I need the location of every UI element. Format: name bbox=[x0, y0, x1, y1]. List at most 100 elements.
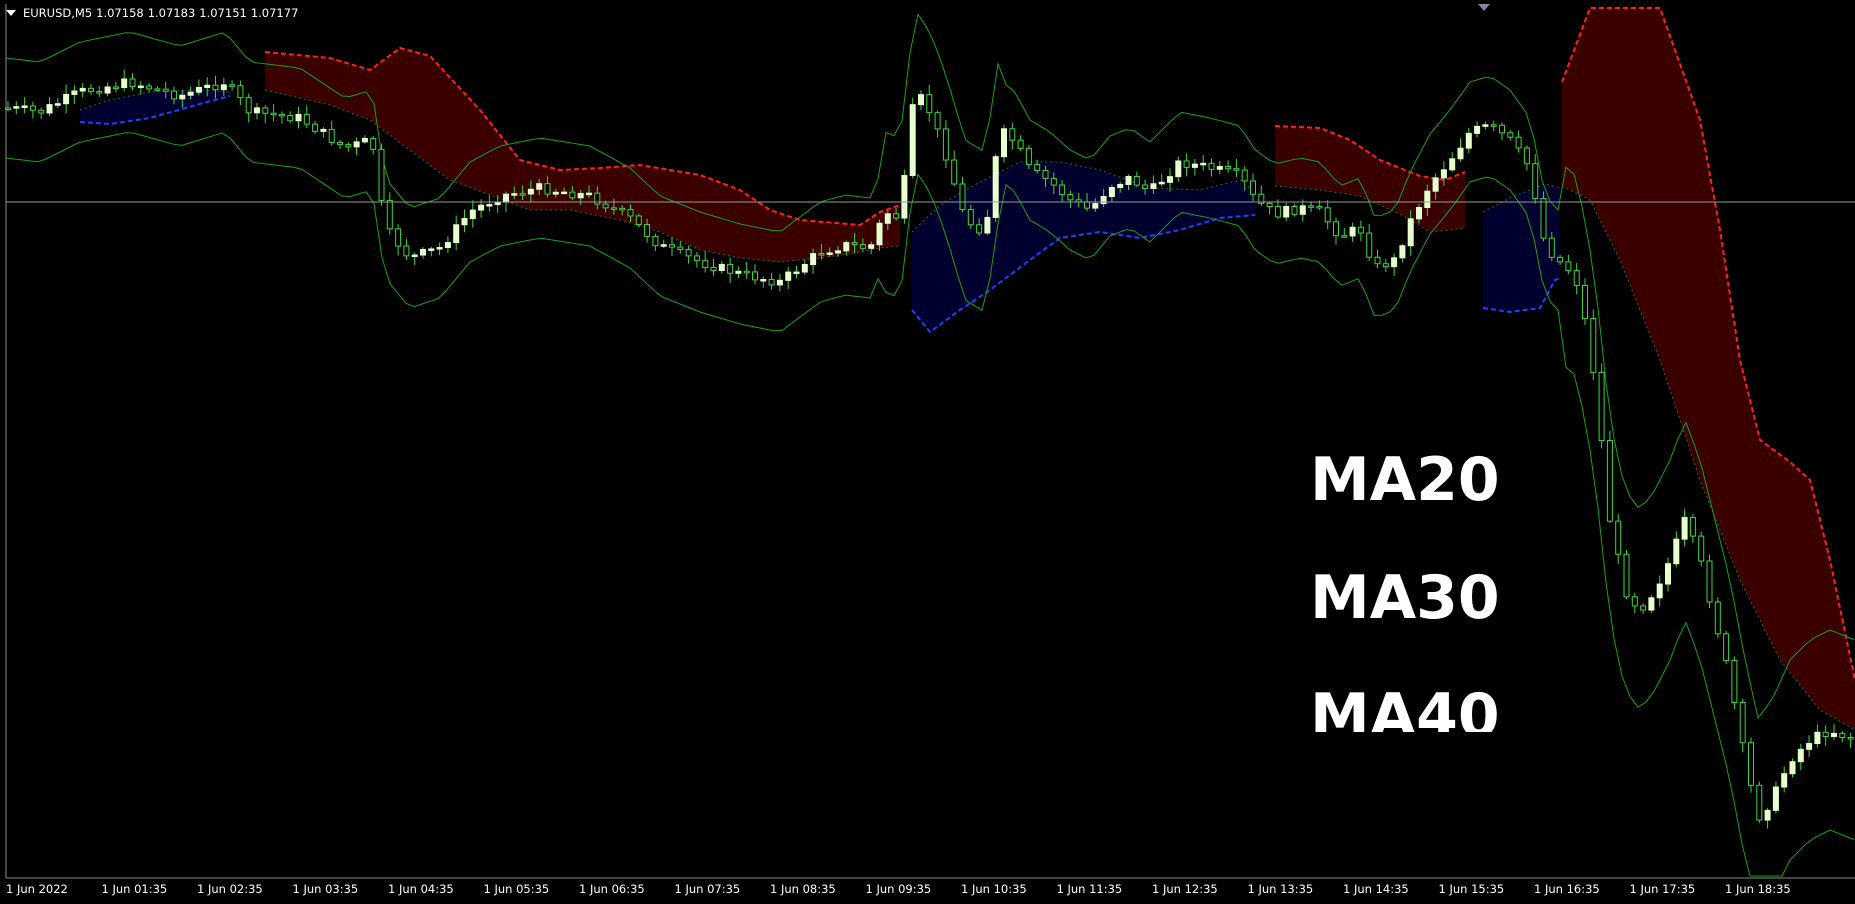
candle-body bbox=[1598, 371, 1605, 442]
candle-body bbox=[801, 264, 808, 273]
candle-body bbox=[718, 263, 725, 272]
candle-body bbox=[1540, 197, 1547, 239]
ma40-label: MA40 bbox=[1310, 681, 1500, 732]
candle-body bbox=[436, 247, 443, 250]
candle-body bbox=[486, 204, 493, 207]
time-tick-label: 1 Jun 12:35 bbox=[1152, 882, 1218, 896]
candle-body bbox=[1324, 207, 1331, 223]
candle-body bbox=[1764, 809, 1771, 821]
candle-body bbox=[1333, 221, 1339, 237]
time-tick-label: 1 Jun 13:35 bbox=[1247, 882, 1314, 896]
candle-body bbox=[669, 244, 675, 248]
candle-body bbox=[370, 137, 377, 150]
time-tick-label: 1 Jun 11:35 bbox=[1056, 882, 1123, 896]
time-tick-label: 1 Jun 15:35 bbox=[1438, 882, 1505, 896]
candle-body bbox=[793, 271, 800, 275]
candle-body bbox=[1839, 732, 1846, 738]
candle-body bbox=[561, 191, 568, 195]
candle-body bbox=[735, 270, 742, 274]
candle-body bbox=[21, 105, 28, 108]
candle-body bbox=[187, 91, 194, 96]
candle-body bbox=[104, 86, 111, 94]
candle-body bbox=[1706, 560, 1713, 603]
candle-body bbox=[511, 193, 518, 196]
ma20-label: MA20 bbox=[1310, 445, 1500, 515]
candle-body bbox=[909, 104, 916, 176]
candle-body bbox=[1665, 563, 1671, 585]
candle-body bbox=[88, 87, 94, 93]
candle-body bbox=[1399, 245, 1406, 259]
high-price: 1.07183 bbox=[147, 6, 196, 20]
triangle-down-icon[interactable] bbox=[6, 10, 16, 16]
time-axis[interactable]: 1 Jun 2022 1 Jun 01:35 1 Jun 02:35 1 Jun 03… bbox=[0, 878, 1855, 904]
candle-body bbox=[1108, 187, 1115, 197]
candle-body bbox=[635, 215, 642, 226]
candle-body bbox=[1781, 773, 1788, 788]
candle-body bbox=[245, 97, 252, 114]
candle-body bbox=[1573, 270, 1580, 287]
candle-body bbox=[1200, 162, 1207, 166]
candle-body bbox=[278, 113, 285, 117]
chart-window[interactable]: EURUSD,M5 1.07158 1.07183 1.07151 1.0717… bbox=[0, 0, 1855, 904]
candle-body bbox=[420, 248, 426, 256]
price-chart[interactable] bbox=[0, 0, 1855, 904]
time-tick-label: 1 Jun 08:35 bbox=[770, 882, 836, 896]
candle-body bbox=[1772, 786, 1779, 811]
candle-body bbox=[1225, 166, 1232, 170]
candle-body bbox=[1283, 205, 1290, 218]
candle-body bbox=[179, 94, 186, 100]
candle-body bbox=[195, 86, 202, 93]
candle-body bbox=[1656, 583, 1663, 599]
candle-body bbox=[270, 112, 277, 116]
candle-body bbox=[876, 222, 883, 246]
candle-body bbox=[1623, 553, 1630, 598]
candle-body bbox=[967, 209, 974, 226]
candle-body bbox=[610, 207, 617, 210]
candle-body bbox=[237, 85, 244, 99]
candle-body bbox=[1681, 516, 1688, 540]
candle-body bbox=[677, 246, 684, 250]
candle-body bbox=[1241, 169, 1248, 182]
candle-body bbox=[1291, 205, 1298, 215]
candle-body bbox=[884, 213, 891, 224]
candle-body bbox=[1499, 124, 1505, 134]
candle-body bbox=[602, 203, 609, 209]
low-price: 1.07151 bbox=[199, 6, 247, 20]
candle-body bbox=[768, 279, 775, 286]
candle-body bbox=[810, 253, 817, 266]
candle-body bbox=[411, 254, 418, 258]
candle-body bbox=[428, 248, 435, 251]
candle-body bbox=[644, 224, 651, 237]
chart-shift-marker[interactable] bbox=[1478, 4, 1490, 11]
candle-body bbox=[79, 87, 86, 92]
candle-body bbox=[1084, 201, 1090, 209]
candle-body bbox=[627, 209, 634, 217]
candle-body bbox=[1025, 147, 1032, 165]
candle-body bbox=[710, 266, 717, 272]
candle-body bbox=[1416, 207, 1422, 220]
candle-body bbox=[1125, 175, 1132, 185]
candle-body bbox=[843, 242, 850, 252]
candle-body bbox=[619, 207, 626, 211]
candle-body bbox=[46, 104, 53, 114]
ma40-label-container: MA40 bbox=[1300, 680, 1500, 732]
ma-cloud-bear bbox=[265, 48, 900, 262]
candle-body bbox=[926, 94, 933, 114]
candle-body bbox=[544, 183, 551, 195]
candle-body bbox=[54, 103, 61, 106]
candle-body bbox=[1349, 226, 1356, 237]
candle-body bbox=[1648, 597, 1655, 611]
candle-body bbox=[660, 244, 667, 247]
candle-body bbox=[303, 113, 310, 125]
candle-body bbox=[1175, 160, 1182, 178]
candle-body bbox=[1167, 176, 1173, 183]
candle-body bbox=[1432, 177, 1439, 192]
candle-body bbox=[112, 86, 119, 89]
candle-body bbox=[254, 107, 260, 114]
candle-body bbox=[1357, 226, 1364, 234]
candle-body bbox=[1548, 237, 1555, 258]
candle-body bbox=[569, 191, 576, 199]
candle-body bbox=[826, 252, 833, 255]
time-tick-label: 1 Jun 09:35 bbox=[865, 882, 932, 896]
candle-body bbox=[951, 159, 958, 185]
